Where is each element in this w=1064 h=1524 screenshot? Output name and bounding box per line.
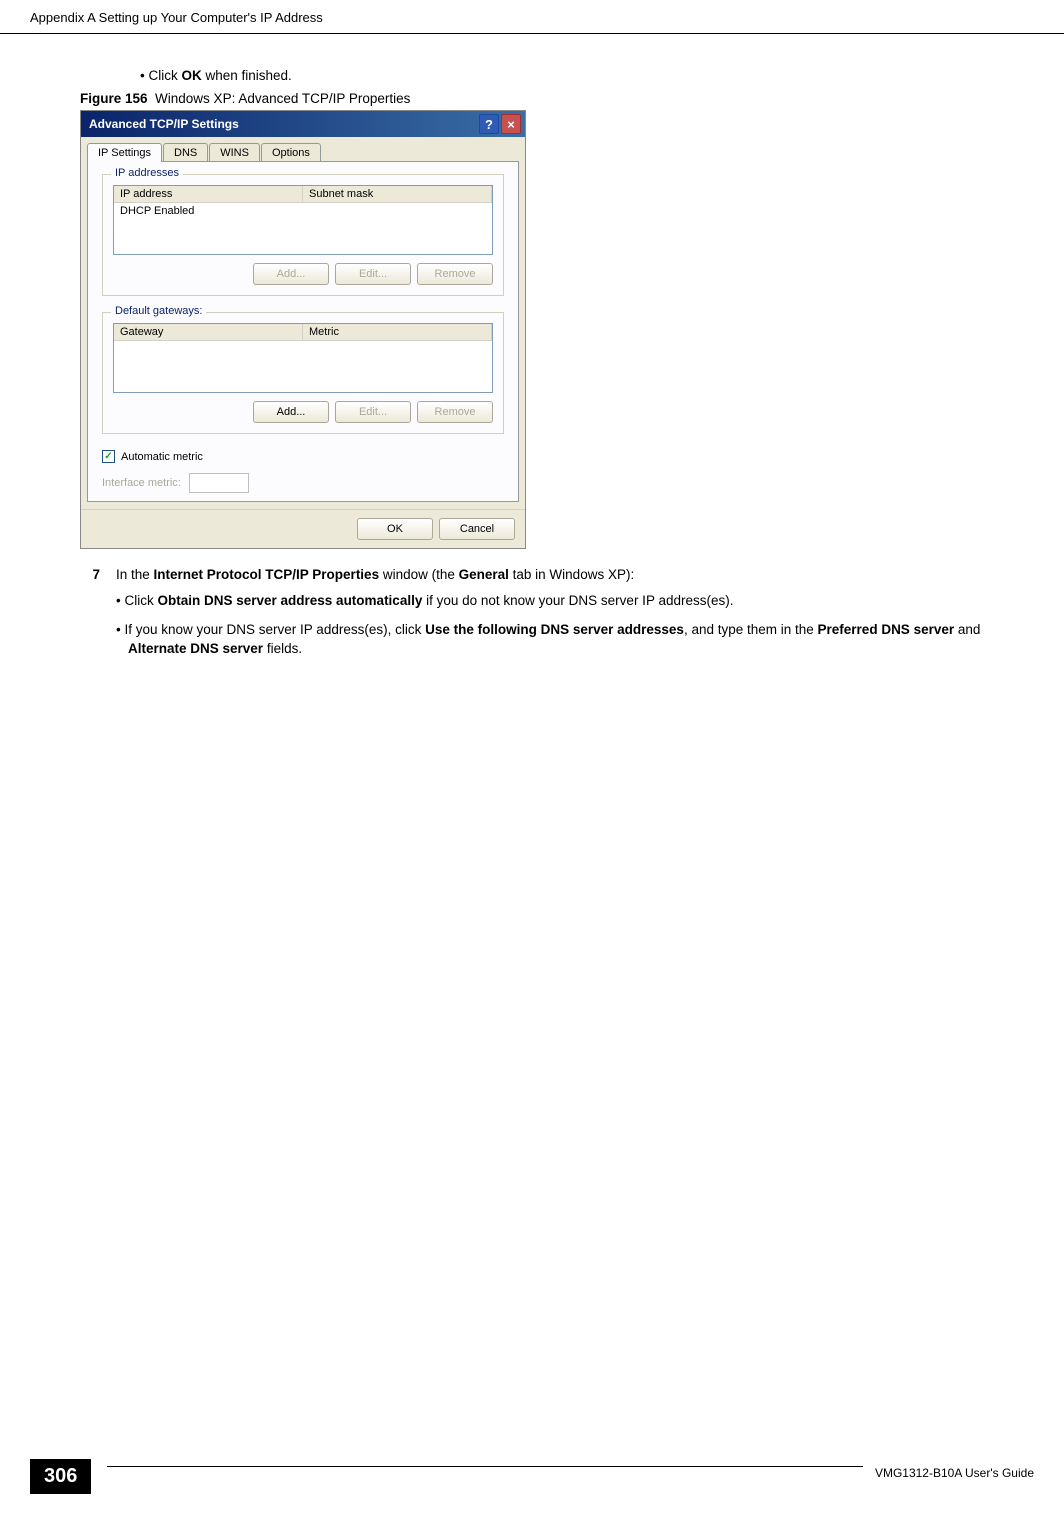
close-icon[interactable]: × <box>501 114 521 134</box>
add-button[interactable]: Add... <box>253 401 329 423</box>
dialog-footer: OK Cancel <box>81 509 525 548</box>
list-header: Gateway Metric <box>114 324 492 341</box>
tab-strip: IP Settings DNS WINS Options <box>81 137 525 162</box>
automatic-metric-row: ✓ Automatic metric <box>102 450 504 463</box>
text-bold: Obtain DNS server address automatically <box>157 593 422 608</box>
text-part: Click <box>148 68 181 83</box>
footer-rule <box>107 1466 863 1467</box>
checkbox-label: Automatic metric <box>121 451 203 463</box>
text-part: tab in Windows XP): <box>509 567 634 582</box>
sub-bullet-2: If you know your DNS server IP address(e… <box>116 621 984 659</box>
list-header: IP address Subnet mask <box>114 186 492 203</box>
step-number: 7 <box>80 567 116 582</box>
text-part: fields. <box>263 641 302 656</box>
step-text: In the Internet Protocol TCP/IP Properti… <box>116 567 984 582</box>
instruction-bullet: Click OK when finished. <box>140 68 984 83</box>
tab-wins[interactable]: WINS <box>209 143 260 162</box>
col-subnet-mask[interactable]: Subnet mask <box>303 186 492 203</box>
text-bold: OK <box>181 68 201 83</box>
interface-metric-input <box>189 473 249 493</box>
figure-caption: Figure 156 Windows XP: Advanced TCP/IP P… <box>80 91 984 106</box>
figure-label: Figure 156 <box>80 91 148 106</box>
col-gateway[interactable]: Gateway <box>114 324 303 341</box>
text-part: when finished. <box>202 68 292 83</box>
list-row[interactable]: DHCP Enabled <box>114 203 492 219</box>
text-part: In the <box>116 567 154 582</box>
text-part: , and type them in the <box>684 622 818 637</box>
text-part: if you do not know your DNS server IP ad… <box>422 593 733 608</box>
interface-metric-row: Interface metric: <box>102 473 504 493</box>
checkbox-icon[interactable]: ✓ <box>102 450 115 463</box>
tab-panel: IP addresses IP address Subnet mask DHCP… <box>87 161 519 502</box>
tab-ip-settings[interactable]: IP Settings <box>87 143 162 162</box>
edit-button: Edit... <box>335 401 411 423</box>
titlebar: Advanced TCP/IP Settings ? × <box>81 111 525 137</box>
col-ip-address[interactable]: IP address <box>114 186 303 203</box>
text-part: window (the <box>379 567 459 582</box>
text-bold: Use the following DNS server addresses <box>425 622 684 637</box>
ok-button[interactable]: OK <box>357 518 433 540</box>
text-bold: Alternate DNS server <box>128 641 263 656</box>
tab-dns[interactable]: DNS <box>163 143 208 162</box>
edit-button: Edit... <box>335 263 411 285</box>
group-title: Default gateways: <box>111 305 206 317</box>
col-metric[interactable]: Metric <box>303 324 492 341</box>
figure-text: Windows XP: Advanced TCP/IP Properties <box>155 91 410 106</box>
add-button: Add... <box>253 263 329 285</box>
cancel-button[interactable]: Cancel <box>439 518 515 540</box>
remove-button: Remove <box>417 263 493 285</box>
guide-name: VMG1312-B10A User's Guide <box>863 1466 1034 1480</box>
interface-metric-label: Interface metric: <box>102 477 181 489</box>
running-header: Appendix A Setting up Your Computer's IP… <box>30 10 1034 25</box>
page-footer: 306 VMG1312-B10A User's Guide <box>30 1459 1034 1494</box>
help-icon[interactable]: ? <box>479 114 499 134</box>
text-bold: Preferred DNS server <box>818 622 955 637</box>
tab-options[interactable]: Options <box>261 143 321 162</box>
text-part: If you know your DNS server IP address(e… <box>124 622 425 637</box>
text-bold: Internet Protocol TCP/IP Properties <box>154 567 380 582</box>
remove-button: Remove <box>417 401 493 423</box>
dialog-title: Advanced TCP/IP Settings <box>85 117 477 131</box>
ip-addresses-group: IP addresses IP address Subnet mask DHCP… <box>102 174 504 296</box>
dialog-window: Advanced TCP/IP Settings ? × IP Settings… <box>80 110 526 549</box>
page-number: 306 <box>30 1459 91 1494</box>
text-bold: General <box>459 567 509 582</box>
sub-bullet-1: Click Obtain DNS server address automati… <box>116 592 984 611</box>
step-7: 7 In the Internet Protocol TCP/IP Proper… <box>80 567 984 582</box>
group-title: IP addresses <box>111 167 183 179</box>
text-part: and <box>954 622 980 637</box>
ip-listview[interactable]: IP address Subnet mask DHCP Enabled <box>113 185 493 255</box>
gateway-listview[interactable]: Gateway Metric <box>113 323 493 393</box>
default-gateways-group: Default gateways: Gateway Metric Add... … <box>102 312 504 434</box>
text-part: Click <box>124 593 157 608</box>
